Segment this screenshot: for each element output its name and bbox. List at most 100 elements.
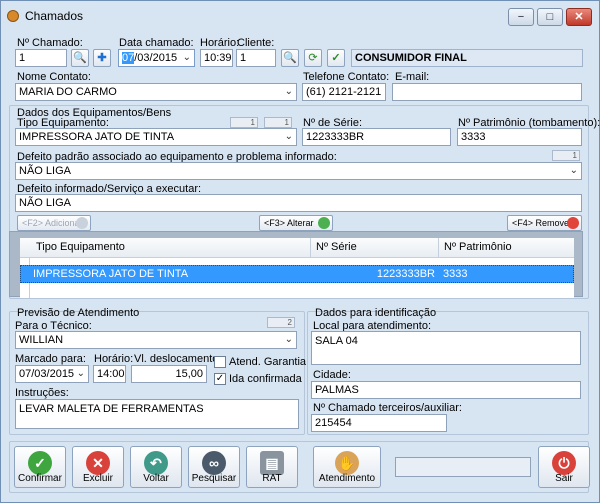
- handshake-icon: ✋: [335, 451, 359, 475]
- garantia-label: Atend. Garantia: [229, 356, 307, 368]
- chevron-down-icon: ⌄: [182, 52, 191, 63]
- voltar-button[interactable]: ↶ Voltar: [130, 446, 182, 488]
- maximize-button[interactable]: □: [537, 8, 563, 26]
- col-serie-header[interactable]: Nº Série: [316, 241, 357, 253]
- refresh-cliente-icon[interactable]: ⟳: [304, 49, 322, 67]
- printer-icon: ▤: [260, 451, 284, 475]
- local-textarea[interactable]: SALA 04: [311, 331, 581, 365]
- excluir-button[interactable]: ✕ Excluir: [72, 446, 124, 488]
- voltar-label: Voltar: [143, 473, 169, 484]
- hora-chamado-input[interactable]: 10:39: [200, 49, 233, 67]
- marcado-date-picker[interactable]: 07/03/2015 ⌄: [15, 365, 89, 383]
- pesquisar-label: Pesquisar: [191, 473, 237, 484]
- atendimento-button[interactable]: ✋ Atendimento: [313, 446, 381, 488]
- chevron-down-icon: ⌄: [569, 165, 578, 176]
- equipamentos-grid: Tipo Equipamento Nº Série Nº Patrimônio …: [9, 231, 583, 298]
- instrucoes-label: Instruções:: [15, 387, 69, 399]
- adicionar-button[interactable]: <F2> Adicionar: [17, 215, 91, 231]
- confirmar-label: Confirmar: [18, 473, 62, 484]
- row-patrimonio: 3333: [443, 268, 468, 280]
- marcado-label: Marcado para:: [15, 353, 86, 365]
- grid-body: Tipo Equipamento Nº Série Nº Patrimônio …: [20, 238, 574, 298]
- cliente-nome: CONSUMIDOR FINAL: [351, 49, 583, 67]
- check-icon: [318, 217, 330, 229]
- contato-label: Nome Contato:: [17, 71, 91, 83]
- alterar-button[interactable]: <F3> Alterar: [259, 215, 333, 231]
- cidade-input[interactable]: PALMAS: [311, 381, 581, 399]
- title-bar: Chamados − □ ✕: [1, 1, 599, 31]
- num-chamado-input[interactable]: 1: [15, 49, 67, 67]
- table-row[interactable]: IMPRESSORA JATO DE TINTA 1223333BR 3333: [20, 265, 574, 283]
- col-separator: [438, 238, 439, 258]
- search-chamado-icon[interactable]: 🔍: [71, 49, 89, 67]
- app-icon: [7, 10, 19, 22]
- delete-icon: ✕: [86, 451, 110, 475]
- ida-confirmada-label: Ida confirmada: [229, 373, 302, 385]
- data-day: 07: [122, 52, 135, 64]
- tipo-equipamento-select[interactable]: IMPRESSORA JATO DE TINTA ⌄: [15, 128, 297, 146]
- power-icon: ⏻: [552, 451, 576, 475]
- chevron-down-icon: ⌄: [284, 131, 293, 142]
- search-cliente-icon[interactable]: 🔍: [281, 49, 299, 67]
- previsao-group-title: Previsão de Atendimento: [17, 307, 140, 319]
- rat-label: RAT: [262, 473, 282, 484]
- close-button[interactable]: ✕: [566, 8, 592, 26]
- back-arrow-icon: ↶: [144, 451, 168, 475]
- telefone-label: Telefone Contato:: [303, 71, 390, 83]
- tecnico-value: WILLIAN: [19, 334, 64, 346]
- ida-confirmada-checkbox[interactable]: ✓: [214, 373, 226, 385]
- defeito-padrao-code: 1: [552, 150, 580, 161]
- defeito-padrao-select[interactable]: NÃO LIGA ⌄: [15, 162, 582, 180]
- tipo-code-2: 1: [264, 117, 292, 128]
- cliente-label: Cliente:: [237, 37, 275, 49]
- serie-input[interactable]: 1223333BR: [302, 128, 451, 146]
- sair-button[interactable]: ⏻ Sair: [538, 446, 590, 488]
- pesquisar-button[interactable]: ∞ Pesquisar: [188, 446, 240, 488]
- deslocamento-label: Vl. deslocamento:: [134, 353, 222, 365]
- data-chamado-picker[interactable]: 07/03/2015 ⌄: [118, 49, 195, 67]
- patrimonio-input[interactable]: 3333: [457, 128, 582, 146]
- row-serie: 1223333BR: [376, 268, 435, 280]
- instrucoes-textarea[interactable]: LEVAR MALETA DE FERRAMENTAS: [15, 399, 299, 429]
- deslocamento-input[interactable]: 15,00: [131, 365, 207, 383]
- col-patrimonio-header[interactable]: Nº Patrimônio: [444, 241, 512, 253]
- window-title: Chamados: [25, 9, 84, 23]
- excluir-label: Excluir: [82, 473, 113, 484]
- defeito-informado-input[interactable]: NÃO LIGA: [15, 194, 582, 212]
- contato-select[interactable]: MARIA DO CARMO ⌄: [15, 83, 297, 101]
- add-icon: [76, 217, 88, 229]
- telefone-input[interactable]: (61) 2121-2121: [302, 83, 386, 101]
- sair-label: Sair: [555, 473, 573, 484]
- confirmar-button[interactable]: ✓ Confirmar: [14, 446, 66, 488]
- defeito-padrao-value: NÃO LIGA: [19, 165, 71, 177]
- previsao-hora-input[interactable]: 14:00: [93, 365, 126, 383]
- check-icon: ✓: [28, 451, 52, 475]
- tipo-code-1: 1: [230, 117, 258, 128]
- remover-label: <F4> Remover: [512, 218, 573, 228]
- tecnico-code: 2: [267, 317, 295, 328]
- terceiros-label: Nº Chamado terceiros/auxiliar:: [313, 402, 462, 414]
- alterar-label: <F3> Alterar: [264, 218, 314, 228]
- confirm-cliente-icon[interactable]: ✓: [327, 49, 345, 67]
- cliente-id-input[interactable]: 1: [236, 49, 276, 67]
- atendimento-label: Atendimento: [318, 473, 376, 484]
- grid-header: Tipo Equipamento Nº Série Nº Patrimônio: [20, 238, 574, 258]
- rat-button[interactable]: ▤ RAT: [246, 446, 298, 488]
- previsao-hora-label: Horário:: [94, 353, 134, 365]
- minimize-button[interactable]: −: [508, 8, 534, 26]
- contato-value: MARIA DO CARMO: [19, 86, 117, 98]
- cidade-label: Cidade:: [313, 369, 351, 381]
- row-tipo: IMPRESSORA JATO DE TINTA: [33, 268, 189, 280]
- progress-bar: [395, 457, 531, 477]
- remover-button[interactable]: <F4> Remover: [507, 215, 582, 231]
- add-chamado-icon[interactable]: ✚: [93, 49, 111, 67]
- email-input[interactable]: [392, 83, 582, 101]
- terceiros-input[interactable]: 215454: [311, 414, 447, 432]
- tecnico-select[interactable]: WILLIAN ⌄: [15, 331, 297, 349]
- remove-icon: [567, 217, 579, 229]
- chevron-down-icon: ⌄: [284, 86, 293, 97]
- col-tipo-header[interactable]: Tipo Equipamento: [36, 241, 125, 253]
- tipo-equipamento-value: IMPRESSORA JATO DE TINTA: [19, 131, 175, 143]
- adicionar-label: <F2> Adicionar: [22, 218, 83, 228]
- garantia-checkbox[interactable]: [214, 356, 226, 368]
